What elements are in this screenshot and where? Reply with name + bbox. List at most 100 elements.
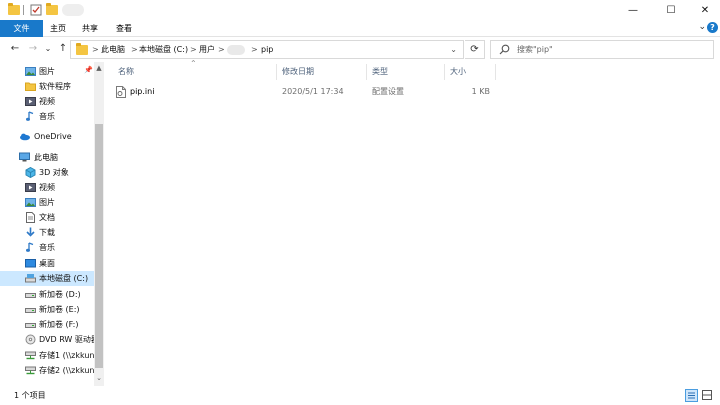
breadcrumb-separator: > [190,45,197,54]
videos-icon [25,183,36,192]
title-bar: — ☐ ✕ [0,0,720,20]
sidebar-item-label: 音乐 [39,243,55,252]
sidebar-item-label: 存储2 (\\zkkun) [39,366,94,375]
desktop-icon [25,259,36,268]
folder-icon [25,82,36,91]
sidebar-item[interactable]: 音乐 [0,109,94,124]
breadcrumb-separator: > [92,45,99,54]
network-drive-icon [25,351,36,360]
column-header-modified[interactable]: 修改日期 [282,62,314,82]
address-bar[interactable]: > 此电脑 > 本地磁盘 (C:) > 用户 > > pip ⌄ [70,40,464,59]
sidebar-item[interactable]: 文档 [0,210,94,225]
breadcrumb-separator: > [218,45,225,54]
folder-icon [76,43,88,55]
details-view-button[interactable] [685,389,698,402]
drive-icon [25,293,36,298]
dvd-drive-icon [25,334,36,345]
navigation-bar: ← → ⌄ ↑ > 此电脑 > 本地磁盘 (C:) > 用户 > > pip ⌄… [0,37,720,62]
sidebar-item-label: 新加卷 (D:) [39,290,81,299]
back-button[interactable]: ← [8,42,22,56]
column-header-type[interactable]: 类型 [372,62,388,82]
breadcrumb-users[interactable]: 用户 [199,41,215,58]
sidebar-item[interactable]: 新加卷 (E:) [0,302,94,317]
tab-share[interactable]: 共享 [80,20,100,37]
item-count: 1 个项目 [14,391,46,400]
properties-check-icon[interactable] [30,3,42,17]
expand-ribbon-icon[interactable]: ⌄ [698,22,706,32]
sidebar-item[interactable]: 存储1 (\\zkkun) [0,348,94,363]
sidebar-item[interactable]: 音乐 [0,240,94,255]
network-drive-icon [25,366,36,375]
tab-view[interactable]: 查看 [114,20,134,37]
qa-separator [23,3,24,17]
sidebar-item[interactable]: 图片 [0,195,94,210]
sidebar-item[interactable]: 视频 [0,180,94,195]
folder-icon [8,3,20,17]
tab-home[interactable]: 主页 [48,20,68,37]
sidebar-item[interactable]: DVD RW 驱动器 [0,332,94,347]
scrollbar-thumb[interactable] [95,124,103,368]
tab-file[interactable]: 文件 [0,20,43,37]
column-header-name[interactable]: 名称 [118,62,134,82]
videos-icon [25,97,36,106]
pin-icon[interactable]: 📌 [84,66,93,74]
scroll-up-icon[interactable]: ▲ [94,64,104,72]
sidebar-item-label: 3D 对象 [39,168,69,177]
sidebar-item-label: 软件程序 [39,82,71,91]
breadcrumb-this-pc[interactable]: 此电脑 [101,41,125,58]
forward-button[interactable]: → [26,42,40,56]
maximize-button[interactable]: ☐ [656,0,686,20]
column-header-size[interactable]: 大小 [450,62,466,82]
minimize-button[interactable]: — [618,0,648,20]
column-divider[interactable] [495,64,496,80]
search-icon [499,44,510,55]
sidebar-item[interactable]: 新加卷 (D:) [0,287,94,302]
breadcrumb-separator: > [131,45,138,54]
sidebar-item[interactable]: 本地磁盘 (C:) [0,271,94,286]
sidebar-item[interactable]: 此电脑 [0,150,94,165]
pictures-icon [25,67,36,76]
sidebar-item[interactable]: 软件程序 [0,79,94,94]
up-button[interactable]: ↑ [56,42,70,56]
pictures-icon [25,198,36,207]
navigation-pane: 图片 📌 软件程序 视频 音乐 OneDrive 此电脑 3D 对象 视频 图片 文档 下载 音乐 桌面本… [0,62,104,386]
breadcrumb-local-disk-c[interactable]: 本地磁盘 (C:) [139,41,188,58]
3d-objects-icon [25,167,36,178]
help-icon[interactable]: ? [707,22,718,33]
recent-locations-button[interactable]: ⌄ [42,42,54,56]
address-dropdown-icon[interactable]: ⌄ [450,41,457,58]
drive-c-icon [25,274,36,283]
new-folder-icon[interactable] [46,3,58,17]
status-bar: 1 个项目 [0,386,720,405]
sidebar-item[interactable]: 存储2 (\\zkkun) [0,363,94,378]
sidebar-item[interactable]: OneDrive [0,129,94,144]
column-divider[interactable] [444,64,445,80]
scroll-down-icon[interactable]: ⌄ [94,374,104,382]
sidebar-item[interactable]: 3D 对象 [0,165,94,180]
refresh-button[interactable]: ⟳ [465,40,485,59]
file-row[interactable]: pip.ini 2020/5/1 17:34 配置设置 1 KB [112,84,498,100]
sidebar-item-label: 新加卷 (F:) [39,320,79,329]
file-name[interactable]: pip.ini [130,84,154,100]
breadcrumb-pip[interactable]: pip [261,41,273,58]
large-icons-view-button[interactable] [701,389,714,402]
file-modified: 2020/5/1 17:34 [282,87,344,96]
this-pc-icon [19,152,30,162]
sidebar-item-label: 此电脑 [34,153,58,162]
sidebar-item[interactable]: 新加卷 (F:) [0,317,94,332]
onedrive-icon [20,133,30,141]
sidebar-item[interactable]: 下载 [0,225,94,240]
column-divider[interactable] [366,64,367,80]
breadcrumb-username-redacted[interactable] [227,45,245,55]
config-file-icon [116,86,126,98]
nav-pane-scrollbar[interactable]: ▲ ⌄ [94,62,104,386]
file-type: 配置设置 [372,87,404,96]
large-icons-view-icon [702,390,712,400]
close-button[interactable]: ✕ [690,0,720,20]
search-input[interactable] [517,42,707,57]
sidebar-item[interactable]: 桌面 [0,256,94,271]
sidebar-item[interactable]: 视频 [0,94,94,109]
sidebar-item[interactable]: 图片 📌 [0,64,94,79]
search-box[interactable] [490,40,714,59]
column-divider[interactable] [276,64,277,80]
